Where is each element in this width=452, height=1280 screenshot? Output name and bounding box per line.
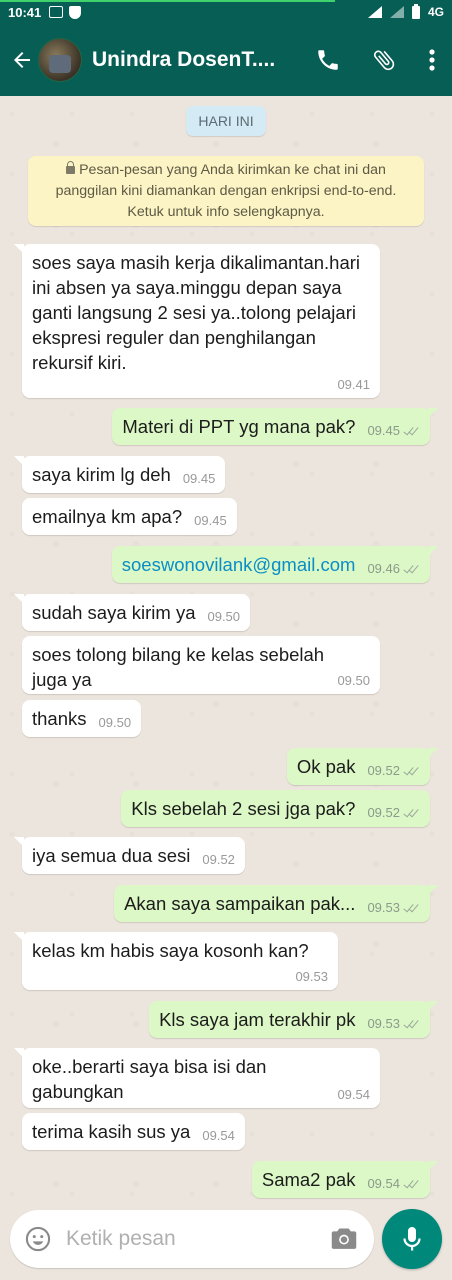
encryption-notice[interactable]: Pesan-pesan yang Anda kirimkan ke chat i… bbox=[28, 156, 424, 226]
message-time: 09.54 bbox=[202, 1128, 235, 1143]
message-time: 09.50 bbox=[337, 673, 370, 688]
signal-secondary-icon bbox=[389, 6, 404, 18]
voice-message-button[interactable] bbox=[382, 1209, 442, 1269]
message-text: iya semua dua sesi bbox=[32, 845, 191, 866]
message-bubble[interactable]: terima kasih sus ya 09.54 bbox=[22, 1113, 245, 1150]
read-ticks-icon bbox=[403, 1179, 420, 1190]
message-time: 09.53 bbox=[295, 969, 328, 984]
signal-icon bbox=[367, 6, 382, 18]
phone-icon bbox=[318, 50, 338, 70]
message-time: 09.50 bbox=[98, 715, 132, 730]
read-ticks-icon bbox=[403, 426, 420, 437]
message-bubble[interactable]: Kls sebelah 2 sesi jga pak? 09.52 bbox=[121, 790, 430, 827]
message-text: Kls saya jam terakhir pk bbox=[159, 1009, 356, 1030]
message-time: 09.45 bbox=[367, 423, 400, 438]
read-ticks-icon bbox=[403, 766, 420, 777]
date-chip: HARI INI bbox=[186, 106, 266, 136]
message-notification-icon bbox=[49, 6, 64, 18]
read-ticks-icon bbox=[403, 808, 420, 819]
message-time: 09.54 bbox=[337, 1087, 370, 1102]
message-time: 09.52 bbox=[367, 763, 400, 778]
message-text: kelas km habis saya kosonh kan? bbox=[32, 940, 309, 961]
message-bubble[interactable]: Kls saya jam terakhir pk 09.53 bbox=[149, 1001, 438, 1038]
voice-call-button[interactable] bbox=[300, 24, 356, 96]
status-time: 10:41 bbox=[8, 4, 42, 20]
emoji-icon bbox=[25, 1226, 51, 1252]
message-bubble[interactable]: soeswonovilank@gmail.com 09.46 bbox=[111, 546, 439, 583]
message-time: 09.52 bbox=[367, 805, 400, 820]
message-time: 09.53 bbox=[367, 900, 400, 915]
message-bubble[interactable]: emailnya km apa? 09.45 bbox=[22, 498, 237, 535]
chat-area[interactable]: HARI INI Pesan-pesan yang Anda kirimkan … bbox=[0, 96, 452, 1200]
message-bubble[interactable]: thanks 09.50 bbox=[22, 700, 142, 737]
message-bubble[interactable]: Sama2 pak 09.54 bbox=[251, 1161, 439, 1198]
message-bubble[interactable]: Akan saya sampaikan pak... 09.53 bbox=[114, 885, 438, 922]
message-time: 09.41 bbox=[337, 377, 370, 392]
message-text: terima kasih sus ya bbox=[32, 1121, 191, 1142]
back-button[interactable] bbox=[4, 24, 40, 96]
loading-progress bbox=[0, 0, 335, 2]
message-text: thanks bbox=[32, 708, 87, 729]
message-text: oke..berarti saya bisa isi dan gabungkan bbox=[32, 1056, 272, 1102]
message-input[interactable] bbox=[66, 1227, 316, 1251]
message-time: 09.54 bbox=[367, 1176, 400, 1191]
message-bubble[interactable]: kelas km habis saya kosonh kan? 09.53 bbox=[14, 932, 338, 990]
message-text: Kls sebelah 2 sesi jga pak? bbox=[131, 798, 356, 819]
message-text: emailnya km apa? bbox=[32, 506, 183, 527]
message-text: saya kirim lg deh bbox=[32, 464, 171, 485]
message-bubble[interactable]: saya kirim lg deh 09.45 bbox=[13, 456, 226, 493]
emoji-button[interactable] bbox=[10, 1210, 66, 1268]
message-bubble[interactable]: soes tolong bilang ke kelas sebelah juga… bbox=[22, 636, 380, 694]
lock-icon bbox=[66, 161, 76, 174]
message-bubble[interactable]: iya semua dua sesi 09.52 bbox=[14, 837, 245, 874]
message-bubble[interactable]: oke..berarti saya bisa isi dan gabungkan… bbox=[14, 1048, 380, 1108]
message-text: Akan saya sampaikan pak... bbox=[124, 893, 356, 914]
message-time: 09.53 bbox=[367, 1016, 400, 1031]
arrow-left-icon bbox=[14, 52, 30, 68]
message-time: 09.45 bbox=[194, 513, 227, 528]
message-composer bbox=[10, 1210, 374, 1268]
avatar[interactable] bbox=[38, 38, 82, 82]
camera-button[interactable] bbox=[320, 1210, 368, 1268]
message-bubble[interactable]: Materi di PPT yg mana pak? 09.45 bbox=[112, 408, 438, 445]
attach-button[interactable] bbox=[356, 24, 412, 96]
chat-header: Unindra DosenT.... bbox=[0, 24, 452, 96]
message-time: 09.46 bbox=[367, 561, 400, 576]
read-ticks-icon bbox=[403, 1019, 420, 1030]
message-email-link[interactable]: soeswonovilank@gmail.com bbox=[122, 554, 356, 575]
status-bar: 10:41 4G bbox=[0, 0, 452, 24]
network-type: 4G bbox=[427, 5, 444, 19]
microphone-icon bbox=[403, 1227, 421, 1251]
message-bubble[interactable]: sudah saya kirim ya 09.50 bbox=[13, 594, 251, 631]
message-time: 09.45 bbox=[182, 471, 216, 486]
message-text: sudah saya kirim ya bbox=[32, 602, 196, 623]
read-ticks-icon bbox=[403, 903, 420, 914]
chat-title[interactable]: Unindra DosenT.... bbox=[92, 48, 282, 72]
message-text: Ok pak bbox=[296, 756, 356, 777]
message-time: 09.52 bbox=[202, 852, 235, 867]
more-options-button[interactable] bbox=[412, 24, 452, 96]
camera-icon bbox=[331, 1228, 357, 1249]
paperclip-icon bbox=[373, 50, 395, 71]
shield-notification-icon bbox=[69, 5, 82, 19]
message-time: 09.50 bbox=[207, 609, 241, 624]
more-vertical-icon bbox=[429, 49, 435, 71]
message-bubble[interactable]: Ok pak 09.52 bbox=[286, 748, 439, 785]
message-bubble[interactable]: soes saya masih kerja dikalimantan.hari … bbox=[14, 244, 380, 398]
message-text: soes saya masih kerja dikalimantan.hari … bbox=[32, 252, 366, 373]
battery-icon bbox=[411, 3, 420, 19]
read-ticks-icon bbox=[403, 564, 420, 575]
message-text: Sama2 pak bbox=[261, 1169, 356, 1190]
message-text: soes tolong bilang ke kelas sebelah juga… bbox=[32, 644, 330, 690]
encryption-notice-text: Pesan-pesan yang Anda kirimkan ke chat i… bbox=[55, 162, 397, 220]
message-text: Materi di PPT yg mana pak? bbox=[122, 416, 356, 437]
